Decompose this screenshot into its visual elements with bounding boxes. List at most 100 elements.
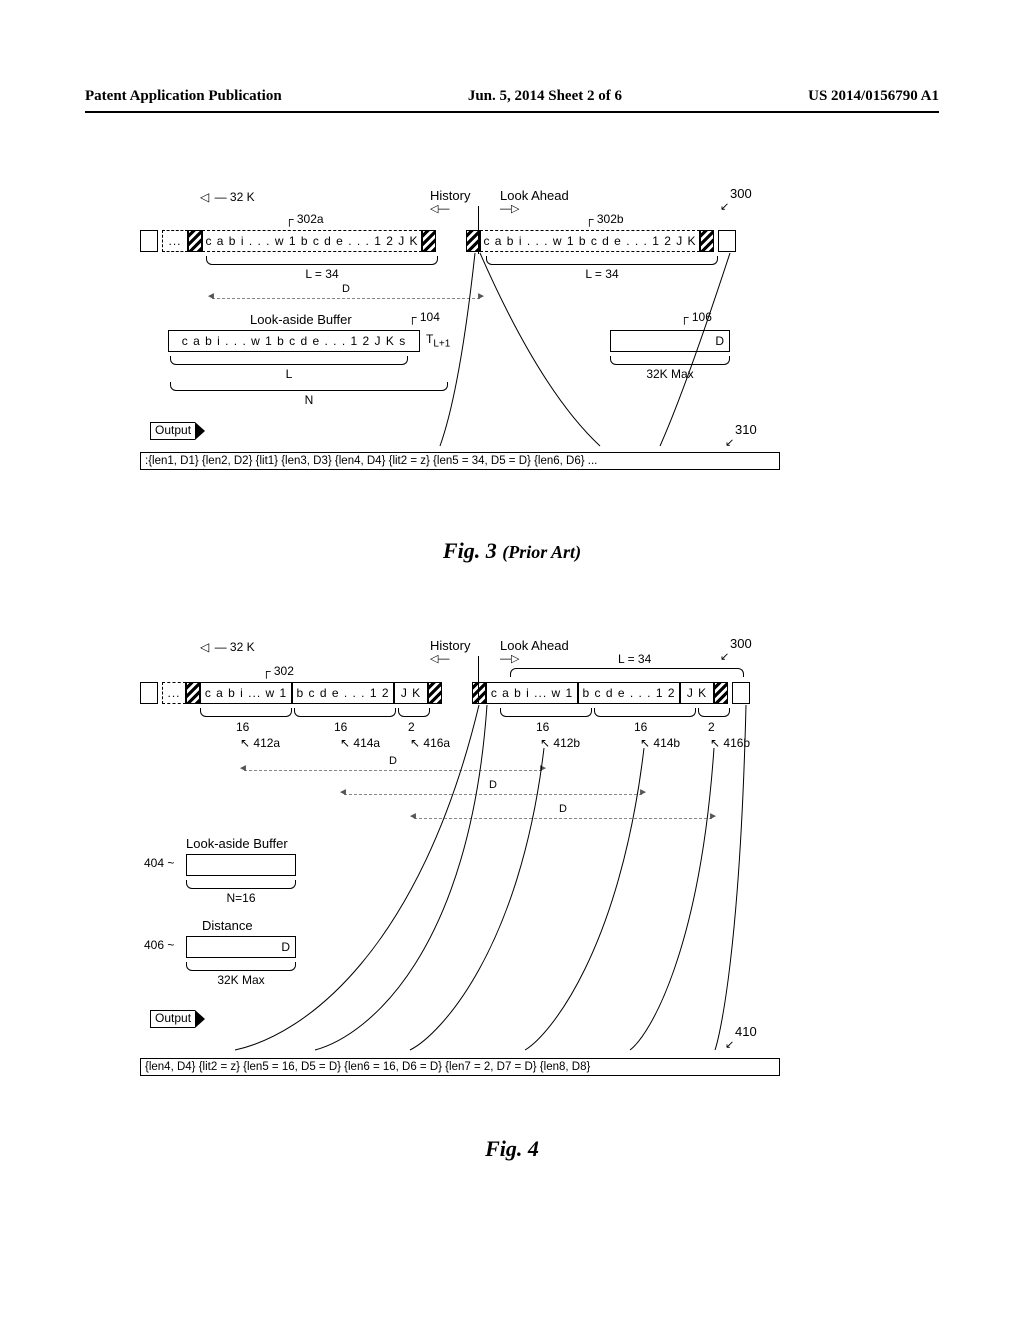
f4-seg-l3: J K: [394, 682, 428, 704]
f4-ref-412a: ↖ 412a: [240, 736, 280, 750]
page-header: Patent Application Publication Jun. 5, 2…: [0, 88, 1024, 113]
f4-brace-3: [398, 708, 430, 717]
f4-hatch-3: [472, 682, 486, 704]
f4-label-history: History: [430, 638, 470, 653]
f4-brace-L34-up: [510, 668, 744, 677]
f4-distance-cell: D: [186, 936, 296, 958]
label-history: History: [430, 188, 470, 203]
f4-ref-300-arrow: ↙: [720, 650, 729, 663]
f4-ref-414b: ↖ 414b: [640, 736, 680, 750]
f4-brace-5: [594, 708, 696, 717]
f4-seg-r1: c a b i ... w 1: [486, 682, 578, 704]
f4-history-arrow: ◁—: [430, 652, 449, 665]
buf-right-text: c a b i . . . w 1 b c d e . . . 1 2 J K: [480, 230, 700, 252]
f4-buffer-row: ... c a b i ... w 1 b c d e . . . 1 2 J …: [140, 682, 750, 704]
lookaside-label: Look-aside Buffer: [250, 312, 352, 327]
ref-302a: ┌ 302a: [285, 212, 324, 226]
f4-seg-l1: c a b i ... w 1: [200, 682, 292, 704]
f4-lookaside-row: [186, 854, 296, 876]
f4-ref-416b: ↖ 416b: [710, 736, 750, 750]
ref-106: ┌ 106: [680, 310, 712, 324]
figure-4: — 32 K History Look Ahead ◁— —▷ 300 ↙ ┌ …: [140, 640, 820, 1185]
f4-ref-410: 410: [735, 1024, 757, 1039]
f4-seg-r2: b c d e . . . 1 2: [578, 682, 680, 704]
f4-16-2: 16: [334, 720, 347, 734]
header-rule: [85, 111, 939, 113]
figure-4-caption: Fig. 4: [0, 1136, 1024, 1162]
ref-310-arrow: ↙: [725, 436, 734, 449]
f4-hatch-1: [186, 682, 200, 704]
f4-2-1: 2: [408, 720, 415, 734]
label-32k: — 32 K: [200, 190, 255, 204]
f4-ref-300: 300: [730, 636, 752, 651]
fig3-buffer-row: ... c a b i . . . w 1 b c d e . . . 1 2 …: [140, 230, 736, 252]
f4-dim-D-1: D: [244, 770, 542, 771]
buf-left-open: [140, 230, 158, 252]
figure-3-caption: Fig. 3 (Prior Art): [0, 538, 1024, 564]
buf-left-text: c a b i . . . w 1 b c d e . . . 1 2 J K: [202, 230, 422, 252]
f4-brace-N16: N=16: [186, 880, 296, 905]
f4-ref-416a: ↖ 416a: [410, 736, 450, 750]
f4-distance-row: D: [186, 936, 296, 958]
dim-D: D: [212, 298, 480, 299]
hatch-1: [188, 230, 202, 252]
lookahead-arrow: —▷: [500, 202, 519, 215]
figure-3: — 32 K History Look Ahead ◁— —▷ 300 ↙ ┌ …: [140, 190, 820, 570]
header-right: US 2014/0156790 A1: [808, 88, 939, 105]
lookaside-cell: c a b i . . . w 1 b c d e . . . 1 2 J K …: [168, 330, 420, 352]
output-text: :{len1, D1} {len2, D2} {lit1} {len3, D3}…: [140, 452, 780, 470]
f4-16-4: 16: [634, 720, 647, 734]
f4-output-text: {len4, D4} {lit2 = z} {len5 = 16, D5 = D…: [140, 1058, 780, 1076]
f4-16-3: 16: [536, 720, 549, 734]
f4-label-L34: L = 34: [618, 652, 651, 666]
distance-D-cell: D: [610, 330, 730, 352]
f4-brace-4: [500, 708, 592, 717]
ref-104: ┌ 104: [408, 310, 440, 324]
f4-ref-414a: ↖ 414a: [340, 736, 380, 750]
f4-dim-D-3: D: [414, 818, 712, 819]
brace-L: L: [170, 356, 408, 381]
lookaside-row: c a b i . . . w 1 b c d e . . . 1 2 J K …: [168, 330, 420, 352]
f4-brace-2: [294, 708, 396, 717]
header-center: Jun. 5, 2014 Sheet 2 of 6: [468, 88, 622, 105]
output-label: Output: [150, 422, 195, 440]
f4-divider-line: [478, 656, 479, 704]
f4-label-lookahead: Look Ahead: [500, 638, 569, 653]
f4-seg-r3: J K: [680, 682, 714, 704]
f4-ref-404: 404 ~: [144, 856, 174, 870]
f4-brace-1: [200, 708, 292, 717]
f4-ref-406: 406 ~: [144, 938, 174, 952]
TL1: TL+1: [426, 332, 450, 349]
f4-hatch-4: [714, 682, 728, 704]
f4-buf-open-right: [732, 682, 750, 704]
ref-302b: ┌ 302b: [585, 212, 624, 226]
f4-seg-l2: b c d e . . . 1 2: [292, 682, 394, 704]
hatch-2: [422, 230, 436, 252]
label-lookahead: Look Ahead: [500, 188, 569, 203]
brace-32kmax: 32K Max: [610, 356, 730, 381]
history-arrow: ◁—: [430, 202, 449, 215]
f4-ref-410-arrow: ↙: [725, 1038, 734, 1051]
f4-distance-label: Distance: [202, 918, 253, 933]
f4-lookaside-cell: [186, 854, 296, 876]
buf-right-open: [718, 230, 736, 252]
brace-L34-right: L = 34: [486, 256, 718, 281]
f4-brace-32kmax: 32K Max: [186, 962, 296, 987]
f4-buf-open-left: [140, 682, 158, 704]
f4-output-label: Output: [150, 1010, 195, 1028]
distance-box: D: [610, 330, 730, 352]
brace-N: N: [170, 382, 448, 407]
f4-16-1: 16: [236, 720, 249, 734]
f4-2-2: 2: [708, 720, 715, 734]
ref-300: 300: [730, 186, 752, 201]
divider-line: [478, 206, 479, 254]
hatch-4: [700, 230, 714, 252]
header-left: Patent Application Publication: [85, 88, 282, 105]
f4-lookaside-label: Look-aside Buffer: [186, 836, 288, 851]
f4-dim-D-2: D: [344, 794, 642, 795]
brace-L34-left: L = 34: [206, 256, 438, 281]
buf-ellipsis: ...: [162, 230, 188, 252]
f4-label-32k: — 32 K: [200, 640, 255, 654]
f4-ref-412b: ↖ 412b: [540, 736, 580, 750]
f4-buf-ellipsis: ...: [162, 682, 186, 704]
